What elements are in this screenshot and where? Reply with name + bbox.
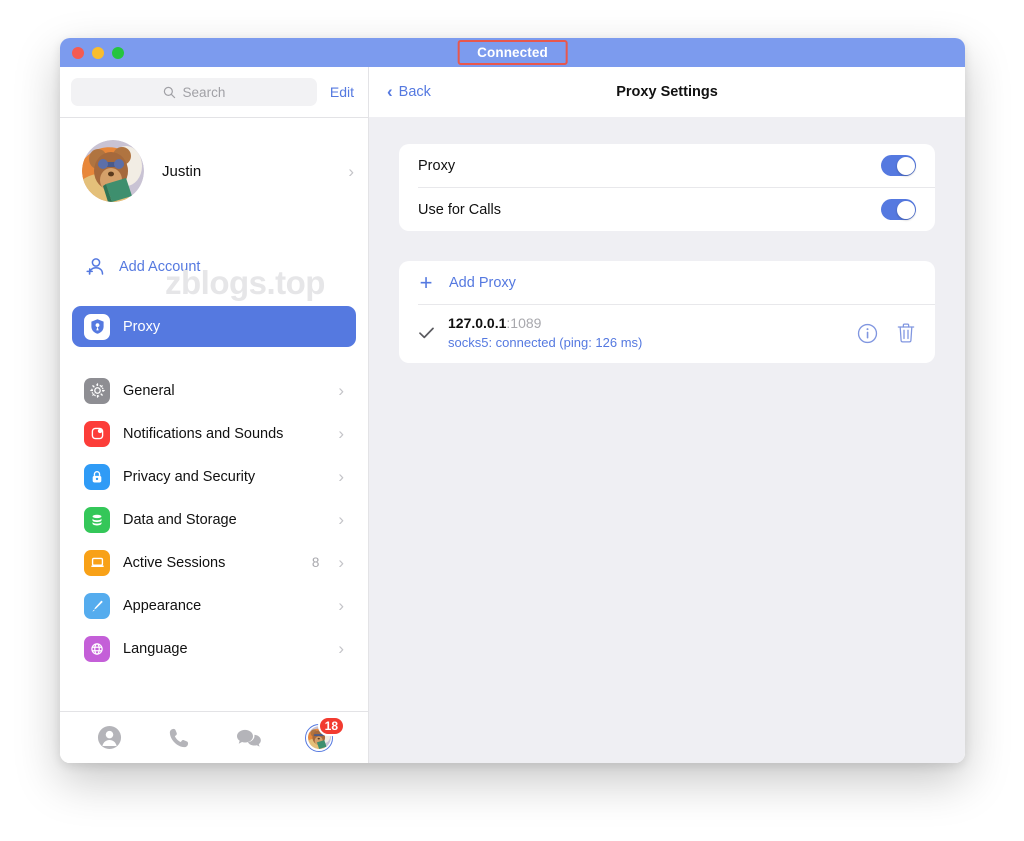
add-account-button[interactable]: Add Account xyxy=(60,248,368,286)
use-for-calls-toggle-row[interactable]: Use for Calls xyxy=(399,188,935,231)
checkmark-icon xyxy=(418,327,434,339)
window-controls xyxy=(60,46,124,59)
search-icon xyxy=(163,86,175,98)
sidebar-scroll-area[interactable]: Justin › zblogs.top Add Account Proxy Ge… xyxy=(60,117,368,711)
proxy-port: :1089 xyxy=(506,315,542,331)
back-label: Back xyxy=(398,84,431,100)
calls-tab[interactable] xyxy=(156,718,202,758)
proxy-host: 127.0.0.1 xyxy=(448,315,507,331)
globe-icon xyxy=(84,635,110,662)
sidebar-item-data-storage-label: Data and Storage xyxy=(123,511,237,528)
database-icon xyxy=(84,506,110,533)
back-button[interactable]: ‹ Back xyxy=(387,82,431,101)
sidebar-item-active-sessions-label: Active Sessions xyxy=(123,554,226,571)
sidebar-item-general[interactable]: General › xyxy=(60,369,368,412)
proxy-details: 127.0.0.1:1089 socks5: connected (ping: … xyxy=(448,314,843,352)
tab-bar: 18 xyxy=(60,711,368,763)
proxy-address: 127.0.0.1:1089 xyxy=(448,314,843,333)
proxy-toggles-card: Proxy Use for Calls xyxy=(399,144,935,231)
add-proxy-button[interactable]: + Add Proxy xyxy=(399,261,935,304)
add-account-label: Add Account xyxy=(119,259,201,275)
proxy-list-card: + Add Proxy 127.0.0.1:1089 socks5: conne… xyxy=(399,261,935,363)
person-icon xyxy=(97,725,121,750)
shield-icon xyxy=(90,319,104,334)
proxy-toggle[interactable] xyxy=(881,155,916,176)
chevron-left-icon: ‹ xyxy=(387,82,393,101)
contacts-tab[interactable] xyxy=(86,718,132,758)
sidebar-item-privacy[interactable]: Privacy and Security › xyxy=(60,455,368,498)
gear-icon xyxy=(84,377,110,404)
minimize-button[interactable] xyxy=(92,46,104,59)
main-header: ‹ Back Proxy Settings xyxy=(369,67,965,117)
search-placeholder: Search xyxy=(182,84,226,100)
sidebar-toolbar: Search Edit xyxy=(60,67,368,117)
sidebar-item-appearance-label: Appearance xyxy=(123,597,202,614)
shield-icon-wrapper xyxy=(84,313,110,340)
trash-icon[interactable] xyxy=(896,322,916,344)
add-proxy-label: Add Proxy xyxy=(449,274,516,291)
person-plus-icon xyxy=(86,258,104,275)
notification-icon xyxy=(84,420,110,447)
chevron-right-icon: › xyxy=(338,424,344,443)
settings-tab[interactable]: 18 xyxy=(296,715,345,758)
sidebar-item-active-sessions-count: 8 xyxy=(311,555,320,570)
sidebar-item-active-sessions[interactable]: Active Sessions 8 › xyxy=(60,541,368,584)
sidebar-item-language[interactable]: Language › xyxy=(60,627,368,670)
chevron-right-icon: › xyxy=(338,381,344,400)
proxy-list-item[interactable]: 127.0.0.1:1089 socks5: connected (ping: … xyxy=(399,305,935,363)
chevron-right-icon: › xyxy=(338,596,344,615)
connection-status-badge: Connected xyxy=(457,40,568,65)
sidebar-item-proxy-label: Proxy xyxy=(123,318,161,335)
chat-bubbles-icon xyxy=(236,729,261,747)
laptop-icon xyxy=(84,549,110,576)
sidebar-item-language-label: Language xyxy=(123,640,188,657)
sidebar-item-proxy[interactable]: Proxy xyxy=(72,306,356,347)
use-for-calls-toggle[interactable] xyxy=(881,199,916,220)
app-window: Connected Search Edit Justin › zblogs.to… xyxy=(60,38,965,763)
window-body: Search Edit Justin › zblogs.top Add Acco… xyxy=(60,67,965,763)
use-for-calls-toggle-label: Use for Calls xyxy=(418,201,501,218)
proxy-status: socks5: connected (ping: 126 ms) xyxy=(448,335,643,350)
phone-icon xyxy=(169,728,189,747)
proxy-actions xyxy=(857,322,916,344)
info-circle-icon[interactable] xyxy=(857,323,878,344)
chevron-right-icon: › xyxy=(338,639,344,658)
search-input[interactable]: Search xyxy=(71,78,317,106)
toggle-knob xyxy=(896,156,915,175)
main-content: Proxy Use for Calls + Add Proxy 127.0.0.… xyxy=(369,117,965,763)
chevron-right-icon: › xyxy=(338,510,344,529)
sidebar: Search Edit Justin › zblogs.top Add Acco… xyxy=(60,67,369,763)
chevron-right-icon: › xyxy=(348,161,354,181)
user-avatar xyxy=(82,140,144,202)
brush-icon xyxy=(84,592,110,619)
toggle-knob xyxy=(896,200,915,219)
proxy-toggle-label: Proxy xyxy=(418,157,456,174)
sidebar-item-general-label: General xyxy=(123,382,175,399)
page-title: Proxy Settings xyxy=(616,84,718,100)
profile-row[interactable]: Justin › xyxy=(60,118,368,224)
profile-name: Justin xyxy=(162,162,202,180)
close-button[interactable] xyxy=(72,46,84,59)
sidebar-item-appearance[interactable]: Appearance › xyxy=(60,584,368,627)
maximize-button[interactable] xyxy=(112,46,124,59)
settings-list: General › Notifications and Sounds › Pri… xyxy=(60,369,368,670)
edit-button[interactable]: Edit xyxy=(327,84,354,100)
sidebar-item-privacy-label: Privacy and Security xyxy=(123,468,256,485)
title-bar: Connected xyxy=(60,38,965,67)
avatar[interactable] xyxy=(82,140,144,202)
sidebar-item-notifications-label: Notifications and Sounds xyxy=(123,425,284,442)
unread-badge: 18 xyxy=(317,715,345,736)
chevron-right-icon: › xyxy=(338,553,344,572)
chevron-right-icon: › xyxy=(338,467,344,486)
lock-icon xyxy=(84,463,110,490)
proxy-toggle-row[interactable]: Proxy xyxy=(399,144,935,187)
main-pane: ‹ Back Proxy Settings Proxy Use for Call… xyxy=(369,67,965,763)
sidebar-item-data-storage[interactable]: Data and Storage › xyxy=(60,498,368,541)
plus-icon: + xyxy=(419,269,433,295)
tab-avatar-ring: 18 xyxy=(305,715,345,752)
chats-tab[interactable] xyxy=(226,718,272,758)
sidebar-item-notifications[interactable]: Notifications and Sounds › xyxy=(60,412,368,455)
